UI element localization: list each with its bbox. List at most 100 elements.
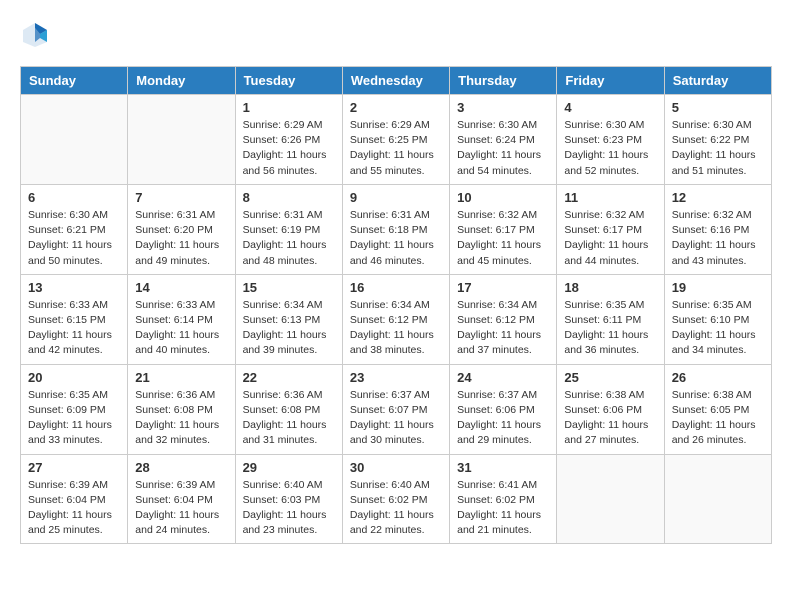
calendar-cell: 14 Sunrise: 6:33 AM Sunset: 6:14 PM Dayli…: [128, 274, 235, 364]
day-info: Sunrise: 6:32 AM Sunset: 6:17 PM Dayligh…: [564, 208, 656, 269]
calendar-cell: [557, 454, 664, 544]
calendar-cell: 6 Sunrise: 6:30 AM Sunset: 6:21 PM Daylig…: [21, 184, 128, 274]
day-info: Sunrise: 6:31 AM Sunset: 6:19 PM Dayligh…: [243, 208, 335, 269]
day-info: Sunrise: 6:39 AM Sunset: 6:04 PM Dayligh…: [135, 478, 227, 539]
calendar-cell: 24 Sunrise: 6:37 AM Sunset: 6:06 PM Dayli…: [450, 364, 557, 454]
calendar-cell: 4 Sunrise: 6:30 AM Sunset: 6:23 PM Daylig…: [557, 95, 664, 185]
day-number: 21: [135, 370, 227, 385]
calendar-cell: 15Sunrise: 6:34 AM Sunset: 6:13 PM Dayli…: [235, 274, 342, 364]
day-number: 26: [672, 370, 764, 385]
weekday-header-thursday: Thursday: [450, 67, 557, 95]
calendar-cell: 26 Sunrise: 6:38 AM Sunset: 6:05 PM Dayli…: [664, 364, 771, 454]
day-info: Sunrise: 6:37 AM Sunset: 6:07 PM Dayligh…: [350, 388, 442, 449]
calendar-cell: 23Sunrise: 6:37 AM Sunset: 6:07 PM Dayli…: [342, 364, 449, 454]
calendar-table: SundayMondayTuesdayWednesdayThursdayFrid…: [20, 66, 772, 544]
calendar-cell: 29 Sunrise: 6:40 AM Sunset: 6:03 PM Dayli…: [235, 454, 342, 544]
calendar-week-row: 13 Sunrise: 6:33 AM Sunset: 6:15 PM Dayli…: [21, 274, 772, 364]
calendar-cell: 9Sunrise: 6:31 AM Sunset: 6:18 PM Daylig…: [342, 184, 449, 274]
day-number: 8: [243, 190, 335, 205]
day-info: Sunrise: 6:30 AM Sunset: 6:21 PM Dayligh…: [28, 208, 120, 269]
day-number: 16: [350, 280, 442, 295]
day-number: 2: [350, 100, 442, 115]
day-number: 10: [457, 190, 549, 205]
day-info: Sunrise: 6:29 AM Sunset: 6:26 PM Dayligh…: [243, 118, 335, 179]
weekday-header-tuesday: Tuesday: [235, 67, 342, 95]
calendar-header-row: SundayMondayTuesdayWednesdayThursdayFrid…: [21, 67, 772, 95]
day-info: Sunrise: 6:32 AM Sunset: 6:17 PM Dayligh…: [457, 208, 549, 269]
weekday-header-wednesday: Wednesday: [342, 67, 449, 95]
day-number: 14: [135, 280, 227, 295]
day-info: Sunrise: 6:37 AM Sunset: 6:06 PM Dayligh…: [457, 388, 549, 449]
calendar-cell: 21 Sunrise: 6:36 AM Sunset: 6:08 PM Dayli…: [128, 364, 235, 454]
calendar-cell: 25 Sunrise: 6:38 AM Sunset: 6:06 PM Dayli…: [557, 364, 664, 454]
calendar-cell: [664, 454, 771, 544]
day-info: Sunrise: 6:38 AM Sunset: 6:06 PM Dayligh…: [564, 388, 656, 449]
day-info: Sunrise: 6:31 AM Sunset: 6:20 PM Dayligh…: [135, 208, 227, 269]
day-number: 3: [457, 100, 549, 115]
day-number: 1: [243, 100, 335, 115]
day-number: 4: [564, 100, 656, 115]
logo-icon: [20, 20, 50, 50]
day-number: 31: [457, 460, 549, 475]
calendar-cell: 22Sunrise: 6:36 AM Sunset: 6:08 PM Dayli…: [235, 364, 342, 454]
calendar-cell: 13 Sunrise: 6:33 AM Sunset: 6:15 PM Dayli…: [21, 274, 128, 364]
day-number: 22: [243, 370, 335, 385]
day-number: 15: [243, 280, 335, 295]
day-number: 18: [564, 280, 656, 295]
day-info: Sunrise: 6:41 AM Sunset: 6:02 PM Dayligh…: [457, 478, 549, 539]
day-number: 9: [350, 190, 442, 205]
day-info: Sunrise: 6:39 AM Sunset: 6:04 PM Dayligh…: [28, 478, 120, 539]
day-number: 28: [135, 460, 227, 475]
calendar-week-row: 6 Sunrise: 6:30 AM Sunset: 6:21 PM Daylig…: [21, 184, 772, 274]
day-info: Sunrise: 6:30 AM Sunset: 6:22 PM Dayligh…: [672, 118, 764, 179]
calendar-week-row: 1 Sunrise: 6:29 AM Sunset: 6:26 PM Daylig…: [21, 95, 772, 185]
logo: [20, 20, 54, 50]
day-number: 30: [350, 460, 442, 475]
calendar-cell: 7 Sunrise: 6:31 AM Sunset: 6:20 PM Daylig…: [128, 184, 235, 274]
day-info: Sunrise: 6:34 AM Sunset: 6:12 PM Dayligh…: [350, 298, 442, 359]
day-number: 25: [564, 370, 656, 385]
calendar-cell: 12Sunrise: 6:32 AM Sunset: 6:16 PM Dayli…: [664, 184, 771, 274]
day-number: 24: [457, 370, 549, 385]
day-number: 19: [672, 280, 764, 295]
calendar-cell: 18 Sunrise: 6:35 AM Sunset: 6:11 PM Dayli…: [557, 274, 664, 364]
day-info: Sunrise: 6:35 AM Sunset: 6:10 PM Dayligh…: [672, 298, 764, 359]
calendar-cell: 5 Sunrise: 6:30 AM Sunset: 6:22 PM Daylig…: [664, 95, 771, 185]
calendar-cell: 1 Sunrise: 6:29 AM Sunset: 6:26 PM Daylig…: [235, 95, 342, 185]
calendar-cell: 19 Sunrise: 6:35 AM Sunset: 6:10 PM Dayli…: [664, 274, 771, 364]
calendar-cell: 8 Sunrise: 6:31 AM Sunset: 6:19 PM Daylig…: [235, 184, 342, 274]
weekday-header-sunday: Sunday: [21, 67, 128, 95]
day-info: Sunrise: 6:29 AM Sunset: 6:25 PM Dayligh…: [350, 118, 442, 179]
day-info: Sunrise: 6:35 AM Sunset: 6:09 PM Dayligh…: [28, 388, 120, 449]
calendar-cell: [21, 95, 128, 185]
weekday-header-saturday: Saturday: [664, 67, 771, 95]
day-info: Sunrise: 6:33 AM Sunset: 6:15 PM Dayligh…: [28, 298, 120, 359]
calendar-week-row: 20 Sunrise: 6:35 AM Sunset: 6:09 PM Dayli…: [21, 364, 772, 454]
weekday-header-friday: Friday: [557, 67, 664, 95]
calendar-cell: 27 Sunrise: 6:39 AM Sunset: 6:04 PM Dayli…: [21, 454, 128, 544]
calendar-cell: 11 Sunrise: 6:32 AM Sunset: 6:17 PM Dayli…: [557, 184, 664, 274]
day-number: 7: [135, 190, 227, 205]
day-info: Sunrise: 6:38 AM Sunset: 6:05 PM Dayligh…: [672, 388, 764, 449]
day-number: 20: [28, 370, 120, 385]
day-number: 5: [672, 100, 764, 115]
day-info: Sunrise: 6:30 AM Sunset: 6:24 PM Dayligh…: [457, 118, 549, 179]
calendar-cell: 17Sunrise: 6:34 AM Sunset: 6:12 PM Dayli…: [450, 274, 557, 364]
day-number: 13: [28, 280, 120, 295]
day-info: Sunrise: 6:35 AM Sunset: 6:11 PM Dayligh…: [564, 298, 656, 359]
day-number: 29: [243, 460, 335, 475]
calendar-cell: 31 Sunrise: 6:41 AM Sunset: 6:02 PM Dayli…: [450, 454, 557, 544]
calendar-cell: 2 Sunrise: 6:29 AM Sunset: 6:25 PM Daylig…: [342, 95, 449, 185]
day-number: 27: [28, 460, 120, 475]
day-info: Sunrise: 6:32 AM Sunset: 6:16 PM Dayligh…: [672, 208, 764, 269]
day-info: Sunrise: 6:40 AM Sunset: 6:03 PM Dayligh…: [243, 478, 335, 539]
weekday-header-monday: Monday: [128, 67, 235, 95]
calendar-cell: 3 Sunrise: 6:30 AM Sunset: 6:24 PM Daylig…: [450, 95, 557, 185]
calendar-cell: 16 Sunrise: 6:34 AM Sunset: 6:12 PM Dayli…: [342, 274, 449, 364]
day-info: Sunrise: 6:33 AM Sunset: 6:14 PM Dayligh…: [135, 298, 227, 359]
day-number: 11: [564, 190, 656, 205]
calendar-cell: [128, 95, 235, 185]
day-info: Sunrise: 6:30 AM Sunset: 6:23 PM Dayligh…: [564, 118, 656, 179]
day-info: Sunrise: 6:36 AM Sunset: 6:08 PM Dayligh…: [135, 388, 227, 449]
day-number: 6: [28, 190, 120, 205]
